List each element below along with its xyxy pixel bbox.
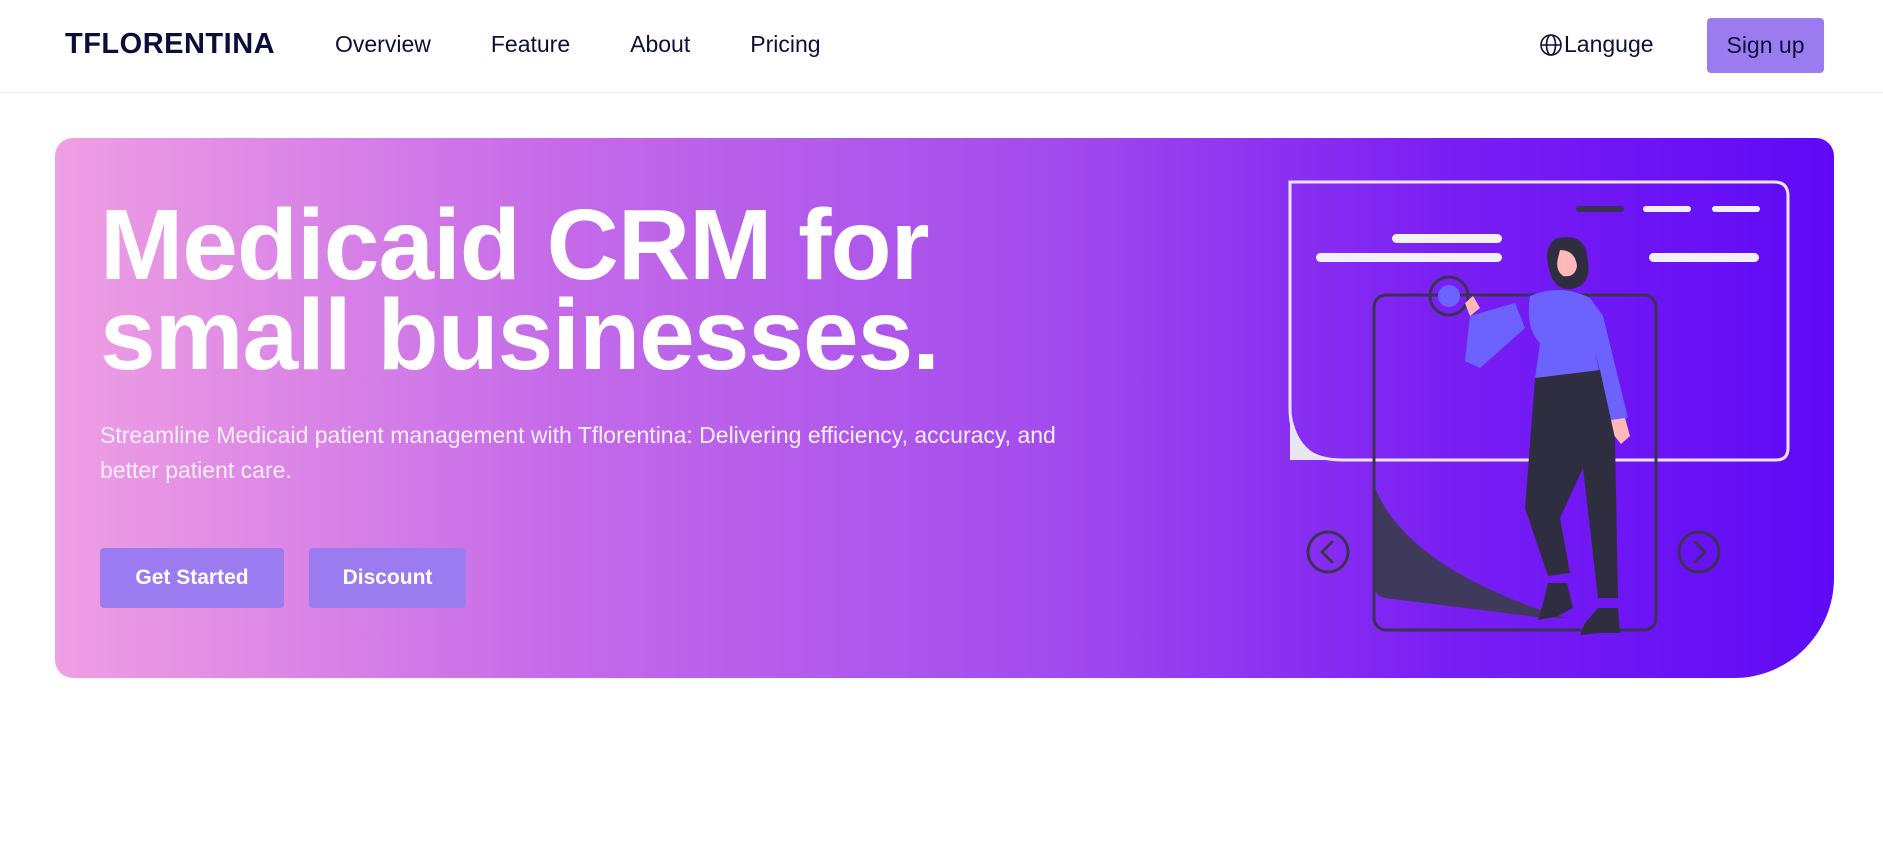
brand-logo[interactable]: TFLORENTINA: [65, 28, 275, 61]
language-label: Langugе: [1564, 31, 1654, 57]
hero-illustration: [1288, 180, 1790, 635]
chevron-right-icon[interactable]: [1677, 530, 1721, 574]
nav-link-about[interactable]: About: [630, 31, 690, 58]
chevron-left-icon[interactable]: [1306, 530, 1350, 574]
nav-link-feature[interactable]: Feature: [491, 31, 570, 58]
globe-icon: [1540, 33, 1562, 56]
nav-link-overview[interactable]: Overview: [335, 31, 431, 58]
nav-link-pricing[interactable]: Pricing: [750, 31, 820, 58]
language-selector[interactable]: Langugе: [1539, 31, 1654, 58]
sign-up-button[interactable]: Sign up: [1707, 18, 1824, 73]
nav-links: Overview Feature About Pricing: [335, 31, 881, 58]
top-navbar: TFLORENTINA Overview Feature About Prici…: [0, 0, 1883, 93]
hero-banner: Medicaid CRM for small businesses. Strea…: [55, 138, 1834, 678]
